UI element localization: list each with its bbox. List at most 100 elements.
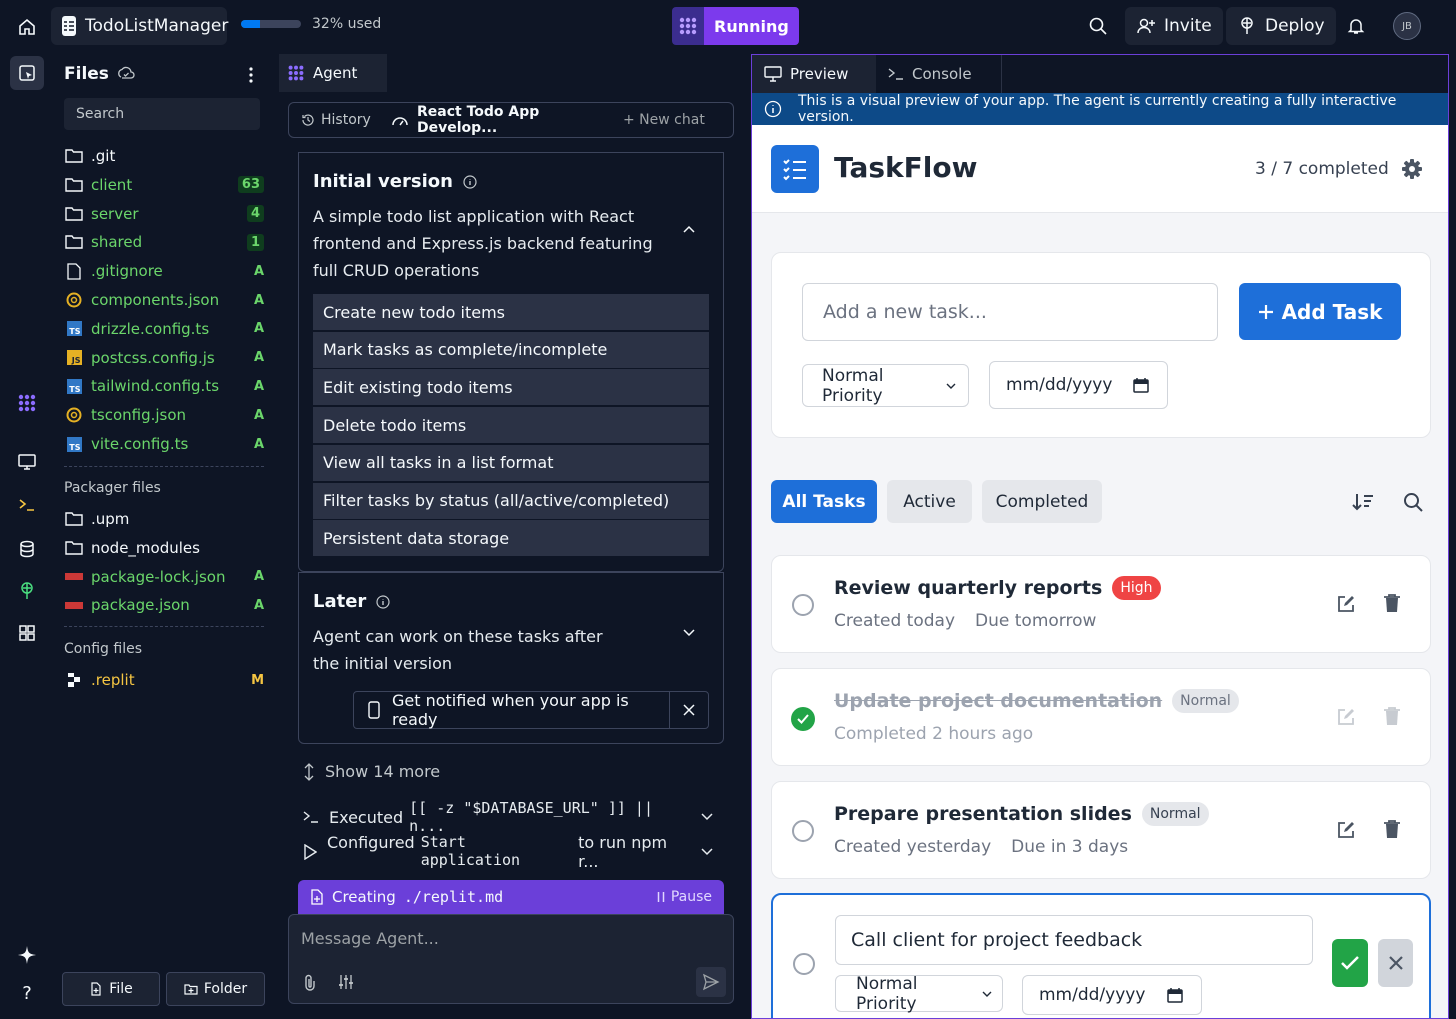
file-tree-item[interactable]: shared 1 [64, 228, 264, 256]
usage-meter[interactable]: 32% used [241, 16, 381, 32]
agent-tool-icon[interactable] [10, 386, 44, 420]
tab-agent[interactable]: Agent [279, 54, 387, 92]
file-tree-item[interactable]: TS drizzle.config.ts A [64, 315, 264, 343]
file-tree-item[interactable]: tsconfig.json A [64, 401, 264, 429]
settings-sliders-icon[interactable] [335, 971, 357, 993]
divider [64, 626, 264, 627]
tab-console[interactable]: Console [876, 55, 1002, 93]
edit-icon[interactable] [1334, 818, 1358, 842]
due-date-input[interactable]: mm/dd/yyyy [989, 361, 1168, 409]
files-tool-icon[interactable] [10, 56, 44, 90]
gear-icon[interactable] [1400, 157, 1424, 181]
file-name: .replit [91, 671, 135, 689]
info-icon[interactable] [463, 174, 477, 189]
task-checkbox[interactable] [792, 820, 814, 842]
file-tree-item[interactable]: .replit M [64, 666, 264, 694]
sort-icon[interactable] [1350, 489, 1376, 515]
attach-icon[interactable] [299, 971, 321, 993]
home-icon[interactable] [10, 10, 44, 44]
cancel-edit-button[interactable] [1378, 939, 1413, 987]
grid-apps-icon[interactable] [10, 616, 44, 650]
deploy-button[interactable]: Deploy [1226, 7, 1336, 45]
help-icon[interactable]: ? [10, 976, 44, 1010]
monitor-icon[interactable] [10, 445, 44, 479]
git-status-badge: A [253, 321, 264, 337]
close-icon[interactable] [670, 704, 708, 716]
search-icon[interactable] [1400, 489, 1426, 515]
edit-icon[interactable] [1334, 705, 1358, 729]
tab-preview[interactable]: Preview [752, 55, 876, 93]
info-icon[interactable] [376, 594, 390, 609]
edit-icon[interactable] [1334, 592, 1358, 616]
task-checkbox-checked[interactable] [791, 707, 815, 731]
trash-icon[interactable] [1380, 817, 1404, 841]
task-checkbox[interactable] [793, 953, 815, 975]
sparkle-icon[interactable] [10, 938, 44, 972]
add-user-icon [1136, 16, 1156, 36]
file-tree-item[interactable]: client 63 [64, 171, 264, 199]
file-tree-item[interactable]: .upm [64, 505, 264, 533]
filter-completed[interactable]: Completed [982, 480, 1102, 523]
filter-active[interactable]: Active [887, 480, 972, 523]
file-name: components.json [91, 291, 220, 309]
file-tree-item[interactable]: JS postcss.config.js A [64, 344, 264, 372]
chevron-down-icon[interactable] [679, 623, 699, 643]
executed-step[interactable]: Executed [[ -z "$DATABASE_URL" ]] || n..… [303, 799, 713, 835]
folder-icon [64, 540, 84, 556]
history-button[interactable]: History [289, 112, 391, 128]
file-plus-icon [89, 982, 103, 996]
database-icon[interactable] [10, 532, 44, 566]
console-icon[interactable] [10, 488, 44, 522]
new-file-button[interactable]: File [62, 972, 160, 1006]
add-task-button[interactable]: Add Task [1239, 283, 1401, 340]
edit-priority-select[interactable]: Normal Priority [835, 974, 1003, 1014]
chevron-down-icon [701, 813, 713, 821]
deployments-icon[interactable] [10, 574, 44, 608]
run-button[interactable]: Running [672, 7, 799, 45]
new-file-label: File [109, 981, 133, 997]
file-tree-item[interactable]: components.json A [64, 286, 264, 314]
save-edit-button[interactable] [1332, 939, 1368, 987]
new-task-input[interactable]: Add a new task... [802, 283, 1218, 341]
message-input[interactable]: Message Agent... [301, 929, 439, 948]
new-chat-button[interactable]: + New chat [623, 112, 705, 128]
send-icon[interactable] [696, 967, 726, 997]
file-name: node_modules [91, 538, 200, 557]
priority-select[interactable]: Normal Priority [802, 364, 969, 407]
file-tree-item[interactable]: server 4 [64, 200, 264, 228]
file-tree-item[interactable]: package.json A [64, 591, 264, 619]
chevron-down-icon [701, 848, 713, 856]
file-tree-item[interactable]: TS vite.config.ts A [64, 430, 264, 458]
file-tree-item[interactable]: node_modules [64, 534, 264, 562]
bell-icon[interactable] [1342, 12, 1370, 40]
chat-title-button[interactable]: React Todo App Develop... [391, 104, 623, 136]
notify-button[interactable]: Get notified when your app is ready [354, 691, 670, 729]
file-tree-item[interactable]: .gitignore A [64, 257, 264, 285]
trash-icon[interactable] [1380, 591, 1404, 615]
file-name: tailwind.config.ts [91, 377, 220, 396]
completed-count: 3 / 7 completed [1255, 159, 1389, 179]
invite-button[interactable]: Invite [1125, 7, 1223, 45]
new-folder-button[interactable]: Folder [166, 972, 265, 1006]
edit-task-title-input[interactable]: Call client for project feedback [835, 915, 1313, 965]
chevron-down-icon [982, 991, 992, 997]
trash-icon[interactable] [1380, 704, 1404, 728]
pause-button[interactable]: Pause [657, 889, 724, 905]
filter-all[interactable]: All Tasks [771, 480, 877, 523]
search-icon[interactable] [1084, 12, 1112, 40]
show-more-button[interactable]: Show 14 more [303, 762, 440, 781]
chevron-up-icon[interactable] [679, 219, 699, 239]
file-tree-item[interactable]: TS tailwind.config.ts A [64, 372, 264, 400]
avatar[interactable]: JB [1393, 12, 1421, 40]
notify-label: Get notified when your app is ready [392, 691, 629, 729]
task-checkbox[interactable] [792, 594, 814, 616]
files-menu-icon[interactable] [240, 64, 262, 86]
project-selector[interactable]: TodoListManager [51, 7, 228, 45]
file-tree-item[interactable]: package-lock.json A [64, 563, 264, 591]
edit-due-date-input[interactable]: mm/dd/yyyy [1022, 975, 1202, 1015]
file-tree-item[interactable]: .git [64, 142, 264, 170]
configured-step[interactable]: Configured Start application to run npm … [303, 833, 713, 871]
add-task-card: Add a new task... Add Task Normal Priori… [771, 252, 1431, 438]
file-search-input[interactable]: Search [64, 98, 260, 130]
typescript-icon: TS [64, 378, 84, 394]
